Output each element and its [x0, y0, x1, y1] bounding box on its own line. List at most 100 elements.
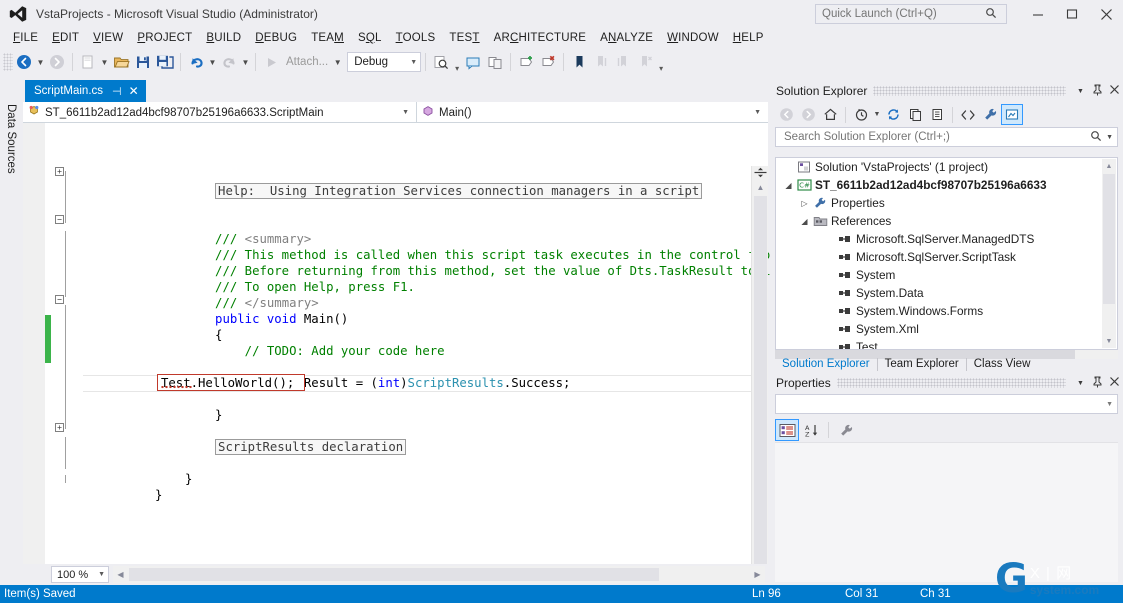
delete-breakpoints-icon[interactable]: [537, 51, 559, 73]
menu-debug[interactable]: DEBUG: [248, 30, 304, 46]
toggle-breakpoint-icon[interactable]: [515, 51, 537, 73]
undo-dropdown-icon[interactable]: ▼: [207, 51, 218, 73]
tree-item-reference[interactable]: System: [776, 266, 1117, 284]
scroll-right-arrow-icon[interactable]: ▶: [750, 566, 765, 583]
pending-changes-icon[interactable]: [850, 104, 872, 125]
tree-item-reference[interactable]: System.Windows.Forms: [776, 302, 1117, 320]
sync-with-active-document-icon[interactable]: [882, 104, 904, 125]
indicator-margin[interactable]: [23, 123, 45, 564]
properties-grid[interactable]: [775, 442, 1118, 582]
tree-item-properties[interactable]: ▷ Properties: [776, 194, 1117, 212]
menu-sql[interactable]: SQL: [351, 30, 389, 46]
editor-splitter-handle[interactable]: [752, 166, 769, 179]
refresh-icon[interactable]: [904, 104, 926, 125]
attach-dropdown-icon[interactable]: ▼: [332, 51, 343, 73]
home-icon[interactable]: [819, 104, 841, 125]
scroll-left-arrow-icon[interactable]: ◀: [113, 566, 128, 583]
search-input[interactable]: [782, 130, 1091, 144]
code-editor-surface[interactable]: + − − + Help: Using Integration Services…: [23, 123, 881, 603]
collapsed-region-label[interactable]: ScriptResults declaration: [215, 439, 407, 455]
fold-collapse-box[interactable]: −: [55, 295, 64, 304]
menu-analyze[interactable]: ANALYZE: [593, 30, 660, 46]
redo-dropdown-icon[interactable]: ▼: [240, 51, 251, 73]
solution-configuration-combo[interactable]: Debug ▼: [347, 52, 422, 72]
vertical-scroll-thumb[interactable]: [754, 196, 767, 586]
code-folding-margin[interactable]: + − − +: [55, 123, 77, 564]
menu-project[interactable]: PROJECT: [130, 30, 199, 46]
scroll-up-arrow-icon[interactable]: ▲: [1102, 159, 1116, 173]
chevron-down-icon[interactable]: ▼: [1072, 88, 1089, 95]
solution-tree-scrollbar[interactable]: ▲ ▼: [1102, 159, 1116, 348]
tree-item-references[interactable]: ◢ References: [776, 212, 1117, 230]
solution-tree-scroll-thumb[interactable]: [1103, 174, 1115, 304]
tree-item-reference[interactable]: Test: [776, 338, 1117, 349]
close-icon[interactable]: [1106, 376, 1123, 390]
chevron-down-icon[interactable]: ▼: [872, 111, 882, 118]
collapsed-region-label[interactable]: Help: Using Integration Services connect…: [215, 183, 703, 199]
editor-horizontal-scrollbar[interactable]: ◀ ▶: [113, 566, 765, 583]
tree-item-solution[interactable]: Solution 'VstaProjects' (1 project): [776, 158, 1117, 176]
panel-drag-grip[interactable]: [836, 378, 1066, 388]
chevron-down-icon[interactable]: ▼: [1072, 380, 1089, 387]
pin-icon[interactable]: [1089, 376, 1106, 391]
tree-item-reference[interactable]: Microsoft.SqlServer.ScriptTask: [776, 248, 1117, 266]
save-all-icon[interactable]: [154, 51, 176, 73]
next-bookmark-icon[interactable]: [612, 51, 634, 73]
code-text[interactable]: Help: Using Integration Services connect…: [83, 123, 881, 564]
tab-class-view[interactable]: Class View: [967, 358, 1038, 371]
tree-expander-expanded[interactable]: ◢: [782, 181, 795, 190]
find-in-files-icon[interactable]: [430, 51, 452, 73]
toggle-bookmark-icon[interactable]: [568, 51, 590, 73]
menu-view[interactable]: VIEW: [86, 30, 130, 46]
code-line-collapsed-help[interactable]: Help: Using Integration Services connect…: [141, 167, 703, 199]
menu-edit[interactable]: EDIT: [45, 30, 86, 46]
new-project-dropdown-icon[interactable]: ▼: [99, 51, 110, 73]
menu-help[interactable]: HELP: [726, 30, 771, 46]
chevron-down-icon[interactable]: ▼: [1102, 134, 1113, 141]
tree-item-project[interactable]: ◢ C# ST_6611b2ad12ad4bcf98707b25196a6633: [776, 176, 1117, 194]
attach-label[interactable]: Attach...: [282, 56, 332, 68]
zoom-level-combo[interactable]: 100 % ▼: [51, 566, 109, 583]
find-dropdown-icon[interactable]: ▾: [452, 51, 462, 73]
menu-architecture[interactable]: ARCHITECTURE: [487, 30, 594, 46]
menu-build[interactable]: BUILD: [199, 30, 248, 46]
tree-item-reference[interactable]: System.Xml: [776, 320, 1117, 338]
fold-expand-box[interactable]: +: [55, 167, 64, 176]
navigate-forward-icon[interactable]: [797, 104, 819, 125]
view-code-icon[interactable]: [957, 104, 979, 125]
close-icon[interactable]: ✕: [129, 84, 139, 98]
minimize-icon[interactable]: [1021, 1, 1055, 27]
solution-tree[interactable]: Solution 'VstaProjects' (1 project) ◢ C#…: [775, 157, 1118, 350]
close-icon[interactable]: [1106, 84, 1123, 98]
navigate-forward-icon[interactable]: [46, 51, 68, 73]
pin-icon[interactable]: ⊣: [112, 85, 122, 98]
panel-drag-grip[interactable]: [873, 86, 1066, 96]
properties-wrench-icon[interactable]: [979, 104, 1001, 125]
type-navigation-combo[interactable]: ST_6611b2ad12ad4bcf98707b25196a6633.Scri…: [23, 102, 417, 123]
new-project-icon[interactable]: [77, 51, 99, 73]
error-highlighted-statement[interactable]: Test.HelloWorld();: [157, 374, 305, 391]
open-file-icon[interactable]: [110, 51, 132, 73]
categorized-view-icon[interactable]: [775, 419, 799, 441]
alphabetical-sort-icon[interactable]: A Z: [799, 419, 823, 441]
pin-icon[interactable]: [1089, 84, 1106, 99]
menu-team[interactable]: TEAM: [304, 30, 351, 46]
menu-tools[interactable]: TOOLS: [389, 30, 443, 46]
tree-expander-collapsed[interactable]: ▷: [798, 199, 811, 208]
navigate-back-icon[interactable]: [13, 51, 35, 73]
menu-file[interactable]: FILE: [6, 30, 45, 46]
clear-bookmarks-icon[interactable]: [634, 51, 656, 73]
navigate-back-dropdown-icon[interactable]: ▼: [35, 51, 46, 73]
uncomment-selection-icon[interactable]: [484, 51, 506, 73]
sidebar-item-data-sources[interactable]: Data Sources: [0, 84, 22, 194]
properties-object-combo[interactable]: ▼: [775, 394, 1118, 414]
menu-window[interactable]: WINDOW: [660, 30, 726, 46]
redo-icon[interactable]: [218, 51, 240, 73]
fold-expand-box[interactable]: +: [55, 423, 64, 432]
comment-selection-icon[interactable]: [462, 51, 484, 73]
properties-wrench-icon[interactable]: [834, 419, 858, 441]
editor-vertical-scrollbar[interactable]: ▲ ▼: [751, 166, 769, 603]
member-navigation-combo[interactable]: Main() ▼: [417, 102, 768, 123]
toolbar-overflow-icon[interactable]: ▾: [656, 51, 666, 73]
solution-explorer-search-box[interactable]: ▼: [775, 127, 1118, 147]
